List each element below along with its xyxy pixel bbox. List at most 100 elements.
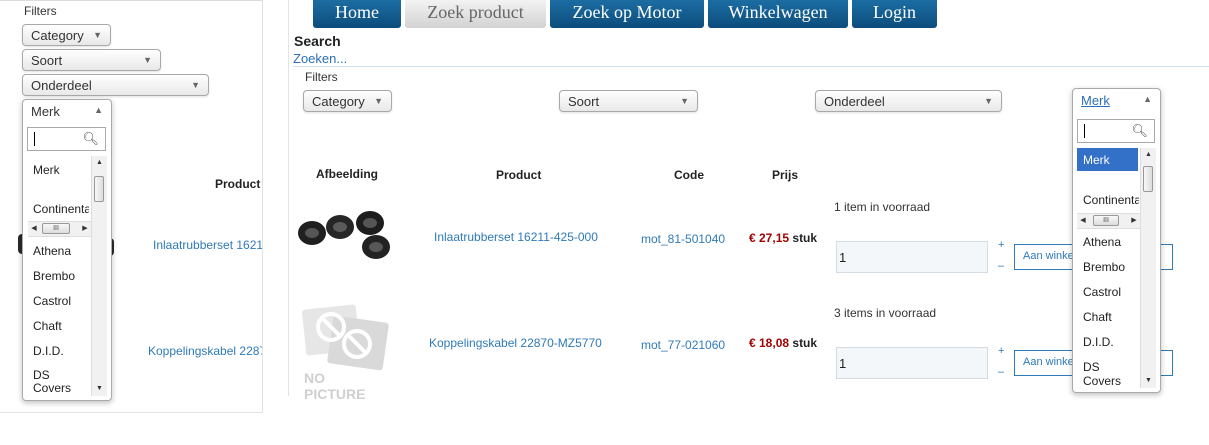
search-icon: 🔍︎ — [82, 131, 99, 146]
price-amount: € 18,08 — [749, 336, 790, 350]
nav-winkelwagen[interactable]: Winkelwagen — [708, 0, 848, 28]
nav-zoek-product[interactable]: Zoek product — [405, 0, 546, 28]
vertical-scrollbar[interactable]: ▲ ▼ — [91, 156, 107, 396]
onderdeel-select-value: Onderdeel — [31, 78, 92, 93]
chevron-down-icon: ▼ — [93, 30, 102, 40]
merk-dropdown-header[interactable]: Merk ▲ — [23, 100, 111, 124]
rubber-intake-set-image — [298, 211, 390, 259]
merk-option[interactable]: Merk — [33, 163, 89, 177]
scroll-thumb[interactable]: III — [1093, 215, 1119, 226]
chevron-up-icon: ▲ — [94, 105, 103, 115]
merk-dropdown[interactable]: Merk ▲ 🔍︎ Merk Continental ◀ III ▶ Athen… — [1072, 88, 1161, 393]
nav-login[interactable]: Login — [852, 0, 937, 28]
category-select-value: Category — [312, 94, 365, 109]
product-column-header: Product — [496, 168, 542, 182]
merk-search-input[interactable]: 🔍︎ — [27, 127, 106, 151]
soort-select-value: Soort — [568, 94, 600, 109]
merk-option[interactable]: Continental — [33, 202, 89, 216]
chevron-down-icon: ▼ — [191, 80, 200, 90]
merk-option[interactable]: Athena — [1083, 235, 1139, 249]
search-icon: 🔍︎ — [1131, 123, 1148, 138]
search-link[interactable]: Zoeken... — [293, 51, 347, 66]
quantity-decrease-button[interactable]: – — [998, 366, 1004, 378]
scroll-thumb[interactable] — [94, 176, 104, 202]
nav-zoek-op-motor[interactable]: Zoek op Motor — [550, 0, 704, 28]
merk-option[interactable]: Continental — [1083, 193, 1139, 207]
quantity-input[interactable]: 1 — [836, 347, 988, 379]
search-title: Search — [294, 33, 341, 49]
chevron-down-icon: ▼ — [680, 96, 689, 106]
horizontal-scrollbar[interactable]: ◀ III ▶ — [1077, 213, 1140, 229]
nav-home[interactable]: Home — [313, 0, 401, 28]
code-column-header: Code — [674, 168, 704, 182]
scroll-thumb[interactable] — [1143, 166, 1153, 192]
merk-option[interactable]: D.I.D. — [33, 344, 89, 358]
category-select-value: Category — [31, 28, 84, 43]
merk-dropdown-value: Merk — [31, 104, 60, 119]
scroll-thumb[interactable]: III — [42, 223, 70, 234]
product-link[interactable]: Koppelingskabel 22870-MZ5770 — [429, 336, 602, 350]
product-link[interactable]: Inlaatrubberset 16211-425-000 — [434, 230, 598, 244]
stock-status: 3 items in voorraad — [834, 306, 937, 320]
soort-select-value: Soort — [31, 53, 63, 68]
filters-label: Filters — [24, 4, 57, 18]
scroll-left-icon[interactable]: ◀ — [1077, 214, 1089, 228]
price-unit: stuk — [792, 336, 818, 350]
product-price: € 27,15 stuk — [749, 231, 817, 245]
onderdeel-select-value: Onderdeel — [824, 94, 885, 109]
soort-select[interactable]: Soort ▼ — [22, 49, 161, 71]
divider — [293, 66, 1209, 67]
merk-option[interactable]: Chaft — [1083, 310, 1139, 324]
merk-option-selected[interactable]: Merk — [1077, 148, 1138, 171]
scroll-right-icon[interactable]: ▶ — [1128, 214, 1140, 228]
merk-dropdown[interactable]: Merk ▲ 🔍︎ Merk Continental ◀ III ▶ Athen… — [22, 99, 112, 401]
category-select[interactable]: Category ▼ — [303, 90, 392, 112]
filters-label: Filters — [305, 70, 338, 84]
left-panel: Filters Category ▼ Soort ▼ Onderdeel ▼ P… — [0, 0, 263, 413]
product-code-link[interactable]: mot_77-021060 — [641, 338, 725, 352]
merk-option[interactable]: Chaft — [33, 319, 89, 333]
merk-option-label: Merk — [1083, 153, 1110, 167]
no-picture-label: NO PICTURE — [304, 370, 366, 402]
product-column-header: Product — [215, 177, 261, 191]
quantity-increase-button[interactable]: + — [998, 239, 1004, 251]
product-link[interactable]: Koppelingskabel 22870-MZ5770 — [148, 344, 262, 358]
chevron-down-icon: ▼ — [143, 55, 152, 65]
merk-option[interactable]: Castrol — [1083, 285, 1139, 299]
product-link[interactable]: Inlaatrubberset 16211-425-000 — [153, 238, 262, 252]
horizontal-scrollbar[interactable]: ◀ III ▶ — [28, 221, 91, 237]
merk-option[interactable]: Castrol — [33, 294, 89, 308]
merk-dropdown-header[interactable]: Merk ▲ — [1073, 89, 1160, 113]
category-select[interactable]: Category ▼ — [22, 24, 111, 46]
scroll-up-icon[interactable]: ▲ — [92, 156, 107, 170]
merk-option[interactable]: D.I.D. — [1083, 335, 1139, 349]
scroll-right-icon[interactable]: ▶ — [79, 222, 91, 236]
onderdeel-select[interactable]: Onderdeel ▼ — [815, 90, 1002, 112]
merk-option[interactable]: DS Covers — [1083, 360, 1128, 388]
vertical-scrollbar[interactable]: ▲ ▼ — [1140, 148, 1156, 388]
merk-option[interactable]: Brembo — [1083, 260, 1139, 274]
scroll-down-icon[interactable]: ▼ — [92, 382, 107, 396]
soort-select[interactable]: Soort ▼ — [559, 90, 698, 112]
chevron-up-icon: ▲ — [1143, 94, 1152, 104]
merk-search-input[interactable]: 🔍︎ — [1077, 119, 1155, 143]
scroll-left-icon[interactable]: ◀ — [28, 222, 40, 236]
merk-dropdown-value: Merk — [1081, 93, 1110, 108]
price-column-header: Prijs — [772, 168, 799, 182]
merk-option[interactable]: Athena — [33, 244, 89, 258]
merk-option[interactable]: DS Covers — [33, 369, 78, 395]
quantity-input[interactable]: 1 — [836, 241, 988, 273]
scroll-down-icon[interactable]: ▼ — [1141, 374, 1156, 388]
scroll-up-icon[interactable]: ▲ — [1141, 148, 1156, 162]
product-image[interactable]: NO PICTURE — [300, 297, 390, 402]
quantity-increase-button[interactable]: + — [998, 345, 1004, 357]
chevron-down-icon: ▼ — [984, 96, 993, 106]
merk-option[interactable]: Brembo — [33, 269, 89, 283]
product-code-link[interactable]: mot_81-501040 — [641, 232, 725, 246]
quantity-decrease-button[interactable]: – — [998, 260, 1004, 272]
onderdeel-select[interactable]: Onderdeel ▼ — [22, 74, 209, 96]
stock-status: 1 item in voorraad — [834, 200, 931, 214]
image-column-header: Afbeelding — [316, 167, 378, 181]
product-image[interactable] — [296, 203, 396, 271]
price-unit: stuk — [792, 231, 818, 245]
